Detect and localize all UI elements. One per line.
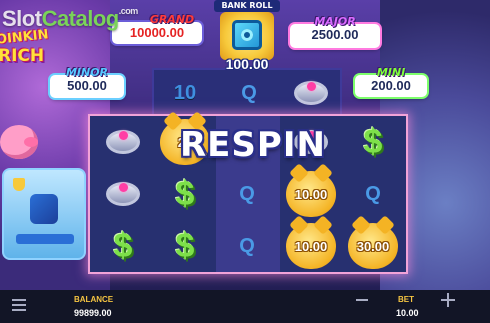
- control-bar: BALANCE 99899.00 BET 10.00: [0, 290, 490, 323]
- bank-roll-title: BANK ROLL: [214, 0, 280, 12]
- ext-cell-ring: [280, 70, 342, 116]
- watermark: SlotCatalog.com: [2, 6, 138, 32]
- vault-icon: [232, 20, 262, 50]
- q-symbol: Q: [241, 81, 257, 104]
- atm-machine: [2, 168, 86, 260]
- reel-cell: $: [92, 220, 154, 272]
- menu-icon[interactable]: [12, 299, 26, 311]
- machine-screen: [30, 194, 58, 224]
- pig-snout: [24, 137, 38, 147]
- balance-label: BALANCE: [74, 295, 114, 304]
- coin-value: 30.00: [356, 238, 390, 254]
- coin-icon: 10.00: [286, 223, 336, 269]
- coin-icon: 30.00: [348, 223, 398, 269]
- watermark-catalog: Catalog: [41, 6, 120, 31]
- reel-cell: $: [154, 220, 216, 272]
- reel-cell: 30.00: [342, 220, 404, 272]
- dollar-icon: $: [175, 174, 195, 213]
- watermark-slot: Slot: [2, 6, 42, 31]
- minus-icon: [356, 299, 368, 301]
- reel-cell: $: [154, 168, 216, 220]
- reel-cell: Q: [216, 220, 278, 272]
- ring-icon: [106, 130, 140, 154]
- safe-icon: [220, 12, 274, 60]
- major-jackpot: MAJOR 2500.00: [290, 15, 380, 48]
- bank-roll-value: 100.00: [225, 56, 269, 72]
- reel-cell: Q: [216, 168, 278, 220]
- watermark-domain: .com: [118, 6, 139, 16]
- dollar-icon: $: [175, 226, 195, 265]
- reel-cell: 10.00: [280, 220, 342, 272]
- respin-banner: RESPIN: [180, 125, 326, 165]
- bet-value: 10.00: [396, 308, 419, 318]
- ext-cell-ten: 10: [154, 70, 216, 116]
- vault-dial-icon: [241, 29, 253, 41]
- minor-jackpot: MINOR 500.00: [50, 66, 124, 98]
- minor-jackpot-title: MINOR: [65, 66, 109, 79]
- q-symbol: Q: [365, 182, 381, 205]
- machine-slot: [16, 234, 74, 244]
- bet-decrease-button[interactable]: [350, 292, 374, 310]
- ten-symbol: 10: [173, 81, 197, 104]
- coin-value: 10.00: [294, 186, 328, 202]
- game-scene: SlotCatalog.com OINKIN RICH GRAND 10000.…: [0, 0, 490, 290]
- grand-jackpot-title: GRAND: [149, 13, 195, 26]
- ring-icon: [106, 182, 140, 206]
- piggy-bank-icon: [0, 125, 38, 159]
- major-jackpot-title: MAJOR: [314, 15, 356, 28]
- bank-roll: BANK ROLL 100.00: [212, 0, 282, 72]
- shield-badge-icon: [13, 178, 25, 191]
- reel-cell: [92, 168, 154, 220]
- extension-row: 10 Q: [152, 68, 342, 116]
- bet-increase-button[interactable]: [441, 293, 455, 307]
- coin-icon: 10.00: [286, 171, 336, 217]
- mini-jackpot-title: MINI: [376, 66, 406, 79]
- reel-cell: Q: [342, 168, 404, 220]
- mini-jackpot: MINI 200.00: [355, 66, 427, 97]
- logo-line2: RICH: [0, 46, 45, 66]
- q-symbol: Q: [239, 234, 255, 257]
- dollar-icon: $: [363, 122, 383, 161]
- dollar-icon: $: [113, 226, 133, 265]
- reel-cell: $: [342, 116, 404, 168]
- bet-label: BET: [398, 295, 414, 304]
- ext-cell-q: Q: [218, 70, 280, 116]
- ring-icon: [294, 81, 328, 105]
- q-symbol: Q: [239, 182, 255, 205]
- reel-cell: [92, 116, 154, 168]
- reel-cell: 10.00: [280, 168, 342, 220]
- balance-value: 99899.00: [74, 308, 112, 318]
- coin-value: 10.00: [294, 238, 328, 254]
